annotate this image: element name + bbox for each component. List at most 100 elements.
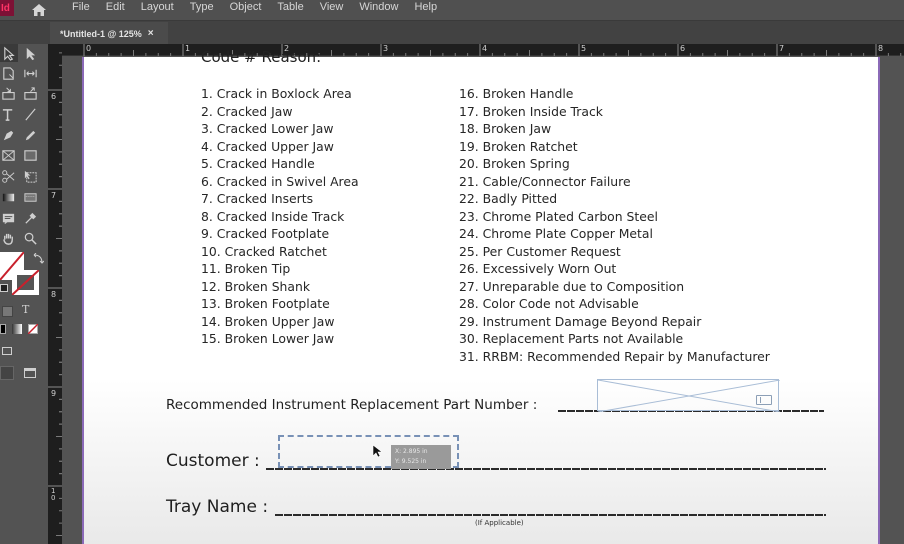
menu-view[interactable]: View <box>312 0 352 14</box>
direct-selection-tool[interactable] <box>22 45 38 61</box>
reason-item: 18. Broken Jaw <box>459 121 552 136</box>
pointer-cursor-icon <box>372 444 384 458</box>
coordinate-tooltip: X: 2.895 in Y: 9.525 in <box>391 445 451 469</box>
swap-fill-stroke-icon[interactable] <box>32 252 45 264</box>
rectangle-frame-tool[interactable] <box>0 147 16 163</box>
reason-item: 24. Chrome Plate Copper Metal <box>459 226 653 241</box>
app-logo: Id <box>0 0 14 16</box>
menu-bar: Id File Edit Layout Type Object Table Vi… <box>0 0 904 20</box>
reason-item: 14. Broken Upper Jaw <box>201 313 335 329</box>
arrow-outline-icon <box>3 46 15 61</box>
stroke-swatch[interactable] <box>12 270 39 295</box>
line-tool[interactable] <box>22 106 38 122</box>
customer-label: Customer : <box>166 451 260 471</box>
formatting-container-icon[interactable] <box>2 306 13 317</box>
document-tab[interactable]: *Untitled-1 @ 125% × <box>50 22 168 45</box>
free-transform-icon <box>24 170 37 183</box>
type-tool[interactable] <box>0 106 16 122</box>
selection-tool[interactable] <box>0 44 18 62</box>
image-placeholder-frame[interactable] <box>597 379 780 412</box>
ruler-tick-label: 7 <box>779 44 785 53</box>
gradient-feather-tool[interactable] <box>22 189 38 205</box>
screen-mode-icon[interactable] <box>0 366 14 380</box>
frame-cross-icon <box>598 380 780 412</box>
if-applicable-note: (If Applicable) <box>475 519 524 527</box>
horizontal-ruler[interactable]: 012345678 <box>62 44 904 56</box>
free-transform-tool[interactable] <box>22 168 38 184</box>
reason-item: 3. Cracked Lower Jaw <box>201 121 334 136</box>
menu-items: File Edit Layout Type Object Table View … <box>64 0 445 14</box>
menu-window[interactable]: Window <box>351 0 406 14</box>
rectangle-tool[interactable] <box>22 147 38 163</box>
vertical-ruler[interactable]: 6 7 8 9 10 <box>48 44 62 544</box>
ruler-tick-label: 10 <box>51 487 56 502</box>
hand-icon <box>2 233 13 245</box>
menu-edit[interactable]: Edit <box>98 0 133 14</box>
ruler-tick-label: 4 <box>482 44 488 53</box>
content-placer-tool[interactable] <box>22 85 38 101</box>
gradient-swatch-tool[interactable] <box>0 189 16 205</box>
menu-file[interactable]: File <box>64 0 98 14</box>
type-icon <box>2 108 12 121</box>
zoom-tool[interactable] <box>22 230 38 246</box>
menu-object[interactable]: Object <box>222 0 270 14</box>
apply-none-icon[interactable] <box>28 324 38 334</box>
reason-item: 28. Color Code not Advisable <box>459 296 639 311</box>
arrow-filled-icon <box>26 47 35 60</box>
view-mode-icon[interactable] <box>2 347 12 355</box>
menu-layout[interactable]: Layout <box>133 0 182 14</box>
content-grabber-icon[interactable] <box>756 395 772 405</box>
ruler-tick-label: 6 <box>51 92 57 101</box>
ruler-tick-label: 1 <box>185 44 191 53</box>
menu-type[interactable]: Type <box>182 0 222 14</box>
code-reason-heading: Code # Reason: <box>201 48 322 66</box>
hand-tool[interactable] <box>0 230 16 246</box>
reason-item: 26. Excessively Worn Out <box>459 261 617 276</box>
screen-mode-options-icon[interactable] <box>24 368 36 378</box>
ruler-tick-label: 0 <box>86 44 92 53</box>
apply-gradient-icon[interactable] <box>12 324 22 334</box>
gap-tool[interactable] <box>22 65 38 81</box>
ruler-tick-label: 9 <box>51 389 57 398</box>
menu-help[interactable]: Help <box>406 0 445 14</box>
pen-tool[interactable] <box>0 127 16 143</box>
reason-item: 30. Replacement Parts not Available <box>459 331 684 346</box>
eyedropper-tool[interactable] <box>22 210 38 226</box>
line-icon <box>24 108 36 120</box>
gradient-icon <box>2 193 14 201</box>
ruler-tick-label: 8 <box>878 44 884 53</box>
tray-name-line[interactable] <box>275 514 826 516</box>
scissors-tool[interactable] <box>0 168 16 184</box>
menu-table[interactable]: Table <box>269 0 311 14</box>
gap-icon <box>23 69 37 77</box>
reason-item: 15. Broken Lower Jaw <box>201 331 335 346</box>
home-icon[interactable] <box>28 1 50 19</box>
scissors-icon <box>1 169 14 183</box>
reason-item: 10. Cracked Ratchet <box>201 243 327 259</box>
gradient-feather-icon <box>23 192 37 202</box>
indesign-window: Id File Edit Layout Type Object Table Vi… <box>0 0 904 544</box>
reason-item: 19. Broken Ratchet <box>459 138 578 154</box>
pencil-tool[interactable] <box>22 127 38 143</box>
reason-item: 16. Broken Handle <box>459 86 574 101</box>
ruler-tick-label: 5 <box>581 44 587 53</box>
reason-item: 31. RRBM: Recommended Repair by Manufact… <box>459 348 770 364</box>
reason-item: 11. Broken Tip <box>201 261 291 276</box>
reason-item: 20. Broken Spring <box>459 156 570 171</box>
reason-item: 12. Broken Shank <box>201 278 311 294</box>
document-tab-title: *Untitled-1 @ 125% <box>60 28 142 39</box>
customer-line[interactable] <box>266 468 826 470</box>
eyedropper-icon <box>24 212 36 224</box>
formatting-text-icon[interactable]: T <box>22 303 29 316</box>
close-icon[interactable]: × <box>148 28 154 39</box>
default-colors-icon[interactable] <box>0 284 8 292</box>
apply-color-icon[interactable] <box>0 324 6 334</box>
reason-item: 2. Cracked Jaw <box>201 103 293 119</box>
reason-item: 6. Cracked in Swivel Area <box>201 173 359 189</box>
page-tool[interactable] <box>0 65 16 81</box>
note-tool[interactable] <box>0 210 16 226</box>
reason-item: 23. Chrome Plated Carbon Steel <box>459 208 658 224</box>
reason-item: 9. Cracked Footplate <box>201 226 330 241</box>
content-collector-tool[interactable] <box>0 85 16 101</box>
reason-item: 1. Crack in Boxlock Area <box>201 86 352 101</box>
